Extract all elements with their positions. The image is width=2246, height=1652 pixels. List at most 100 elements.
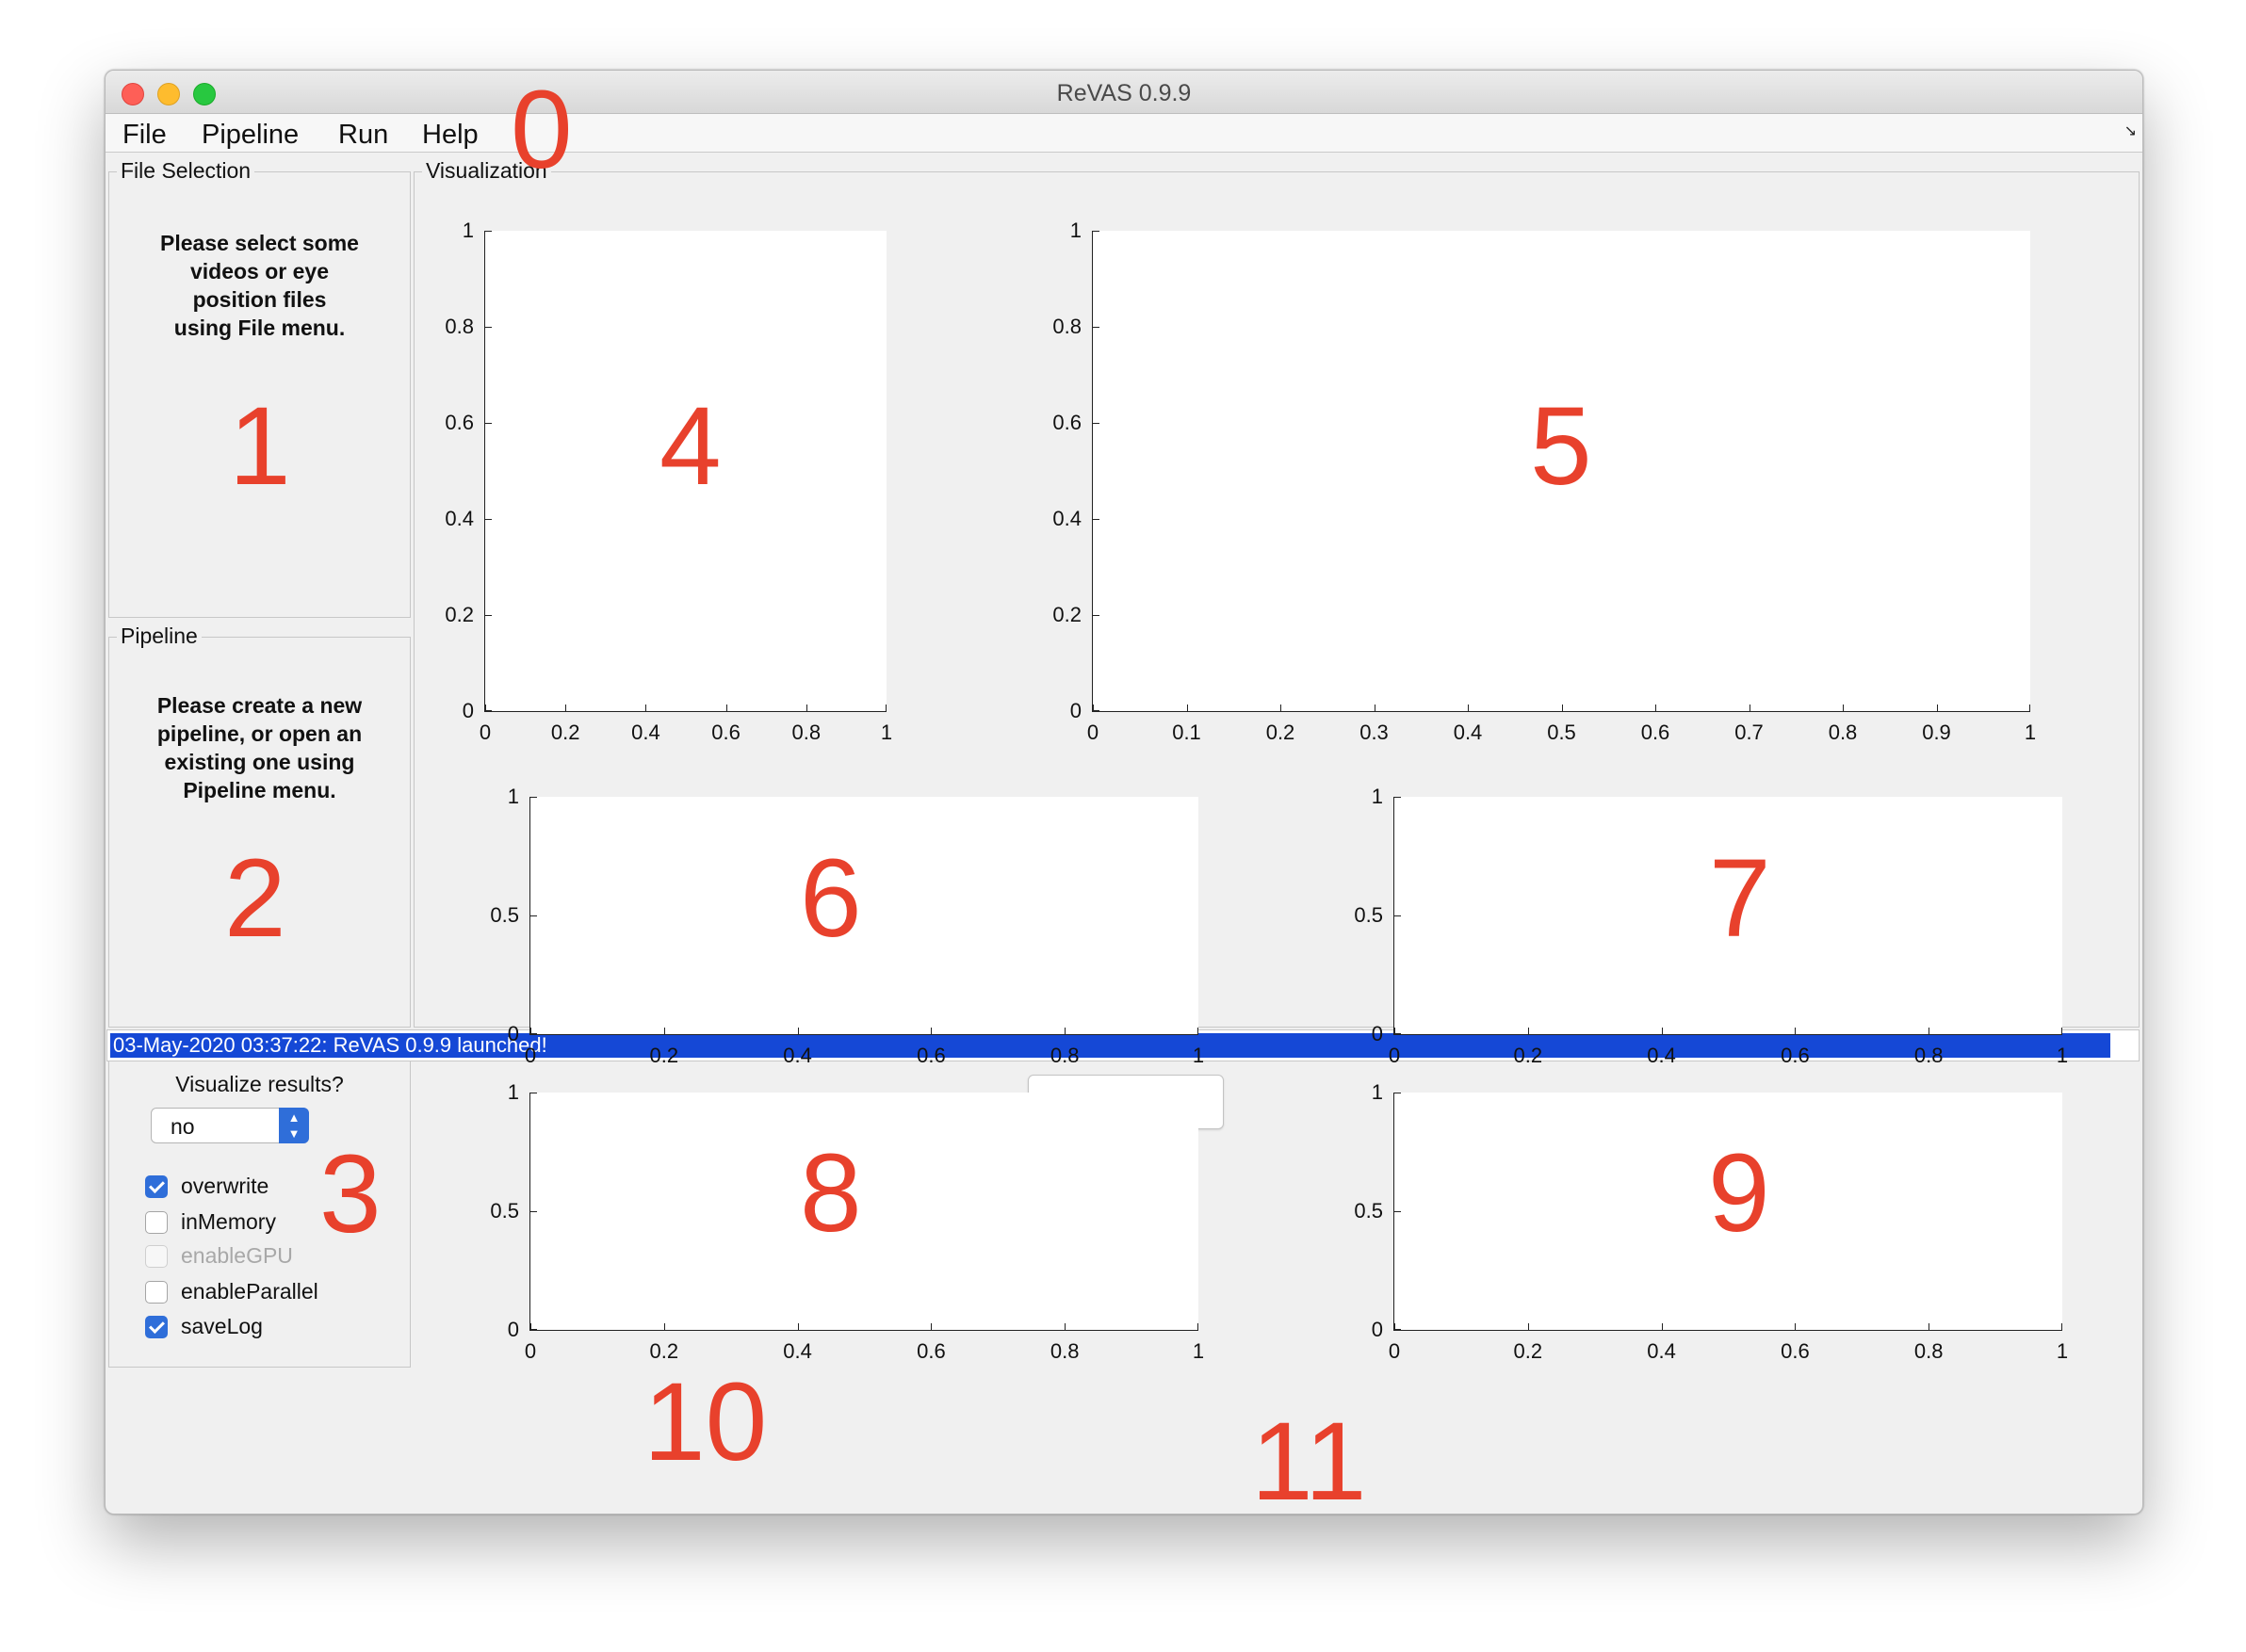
y-tick-mark xyxy=(1394,915,1401,916)
app-window: ReVAS 0.9.9 File Pipeline Run Help ↘ Fil… xyxy=(105,70,2143,1514)
x-tick-label: 0.4 xyxy=(1647,1044,1676,1067)
status-message[interactable]: 03-May-2020 03:37:22: ReVAS 0.9.9 launch… xyxy=(110,1033,2110,1058)
y-tick-label: 0 xyxy=(1371,1318,1383,1341)
y-tick-label: 0.5 xyxy=(490,903,519,927)
x-tick-mark xyxy=(645,705,647,711)
flag-enable-gpu-checkbox xyxy=(145,1245,168,1268)
x-tick-mark xyxy=(1197,1323,1198,1330)
y-tick-label: 0.4 xyxy=(445,507,474,530)
annotation-label-4: 4 xyxy=(659,384,722,509)
annotation-label-8: 8 xyxy=(800,1131,862,1255)
y-tick-mark xyxy=(530,915,537,916)
x-tick-mark xyxy=(2029,705,2030,711)
flag-overwrite-checkbox[interactable] xyxy=(145,1175,168,1198)
x-tick-mark xyxy=(1065,1323,1066,1330)
x-tick-label: 0.6 xyxy=(1781,1044,1810,1067)
x-tick-label: 0.4 xyxy=(631,721,660,744)
x-tick-mark xyxy=(1843,705,1844,711)
menu-file[interactable]: File xyxy=(122,120,167,151)
x-tick-label: 0 xyxy=(524,1044,537,1067)
x-tick-label: 0.2 xyxy=(1513,1339,1543,1363)
flag-in-memory-checkbox[interactable] xyxy=(145,1211,168,1234)
y-tick-mark xyxy=(485,327,492,328)
y-tick-label: 0.5 xyxy=(1354,1199,1383,1223)
x-tick-mark xyxy=(797,1323,799,1330)
menu-pipeline[interactable]: Pipeline xyxy=(202,120,299,151)
x-tick-mark xyxy=(931,1323,933,1330)
file-selection-title: File Selection xyxy=(117,158,255,184)
y-tick-label: 1 xyxy=(462,219,474,242)
x-tick-label: 0.1 xyxy=(1172,721,1201,744)
flag-enable-parallel-label: enableParallel xyxy=(181,1279,318,1304)
y-tick-mark xyxy=(1093,327,1099,328)
window-title: ReVAS 0.9.9 xyxy=(1056,80,1192,106)
x-tick-label: 0.8 xyxy=(1913,1339,1944,1363)
title-bar: ReVAS 0.9.9 xyxy=(106,71,2142,114)
x-tick-label: 0.4 xyxy=(783,1044,812,1067)
x-tick-mark xyxy=(886,705,887,711)
menu-bar: File Pipeline Run Help ↘ xyxy=(106,114,2142,153)
x-tick-label: 0.4 xyxy=(783,1339,812,1363)
x-tick-mark xyxy=(2061,1323,2062,1330)
annotation-label-9: 9 xyxy=(1708,1131,1770,1255)
x-tick-mark xyxy=(565,705,567,711)
y-tick-mark xyxy=(485,519,492,520)
y-tick-label: 0.5 xyxy=(1354,903,1383,927)
x-tick-mark xyxy=(1561,705,1563,711)
x-tick-label: 0.6 xyxy=(711,721,741,744)
y-tick-mark xyxy=(485,615,492,616)
annotation-label-11: 11 xyxy=(1251,1400,1367,1514)
flag-overwrite-label: overwrite xyxy=(181,1174,269,1198)
y-tick-label: 0.6 xyxy=(1052,411,1082,434)
visualize-results-dropdown[interactable]: no ▲ ▼ xyxy=(151,1108,309,1143)
dropdown-stepper-icon[interactable]: ▲ ▼ xyxy=(279,1108,309,1143)
y-tick-mark xyxy=(530,797,537,798)
y-tick-mark xyxy=(485,231,492,232)
x-tick-mark xyxy=(797,1028,799,1034)
y-tick-label: 1 xyxy=(1069,219,1082,242)
x-tick-label: 1 xyxy=(2056,1339,2069,1363)
y-tick-mark xyxy=(1394,1033,1401,1034)
x-tick-mark xyxy=(663,1323,665,1330)
x-tick-label: 1 xyxy=(1192,1044,1205,1067)
y-tick-mark xyxy=(485,423,492,424)
x-tick-label: 0 xyxy=(524,1339,537,1363)
y-tick-label: 0.2 xyxy=(445,603,474,626)
y-tick-label: 0.2 xyxy=(1052,603,1082,626)
menu-help[interactable]: Help xyxy=(422,120,479,151)
y-tick-label: 0.5 xyxy=(490,1199,519,1223)
flag-enable-parallel-checkbox[interactable] xyxy=(145,1281,168,1304)
x-tick-label: 0.8 xyxy=(1050,1044,1080,1067)
annotation-label-0: 0 xyxy=(511,70,573,192)
x-tick-label: 0 xyxy=(1388,1339,1401,1363)
y-tick-label: 0 xyxy=(1069,699,1082,722)
annotation-label-1: 1 xyxy=(229,384,291,509)
x-tick-label: 0.8 xyxy=(791,721,822,744)
resize-arrow-icon[interactable]: ↘ xyxy=(2124,121,2137,140)
x-tick-label: 0.2 xyxy=(1265,721,1295,744)
y-tick-label: 1 xyxy=(507,785,519,808)
y-tick-mark xyxy=(1394,1211,1401,1212)
y-tick-mark xyxy=(1093,423,1099,424)
x-tick-label: 0.4 xyxy=(1647,1339,1676,1363)
menu-run[interactable]: Run xyxy=(338,120,388,151)
x-tick-label: 0.5 xyxy=(1547,721,1576,744)
y-tick-label: 0.8 xyxy=(1052,315,1082,338)
x-tick-label: 0.2 xyxy=(649,1044,679,1067)
annotation-label-2: 2 xyxy=(224,836,286,961)
y-tick-label: 1 xyxy=(1371,1080,1383,1104)
x-tick-label: 0.7 xyxy=(1734,721,1764,744)
flag-save-log-checkbox[interactable] xyxy=(145,1316,168,1338)
x-tick-label: 0.8 xyxy=(1913,1044,1944,1067)
x-tick-mark xyxy=(1527,1323,1529,1330)
x-tick-label: 0.6 xyxy=(917,1044,946,1067)
y-tick-label: 0 xyxy=(1371,1022,1383,1045)
y-tick-mark xyxy=(530,1211,537,1212)
x-tick-mark xyxy=(806,705,807,711)
x-tick-mark xyxy=(1655,705,1656,711)
y-tick-label: 0 xyxy=(507,1022,519,1045)
x-tick-label: 0.2 xyxy=(550,721,580,744)
x-tick-label: 0.6 xyxy=(1640,721,1670,744)
visualize-results-label: Visualize results? xyxy=(175,1072,344,1096)
x-tick-mark xyxy=(1280,705,1281,711)
